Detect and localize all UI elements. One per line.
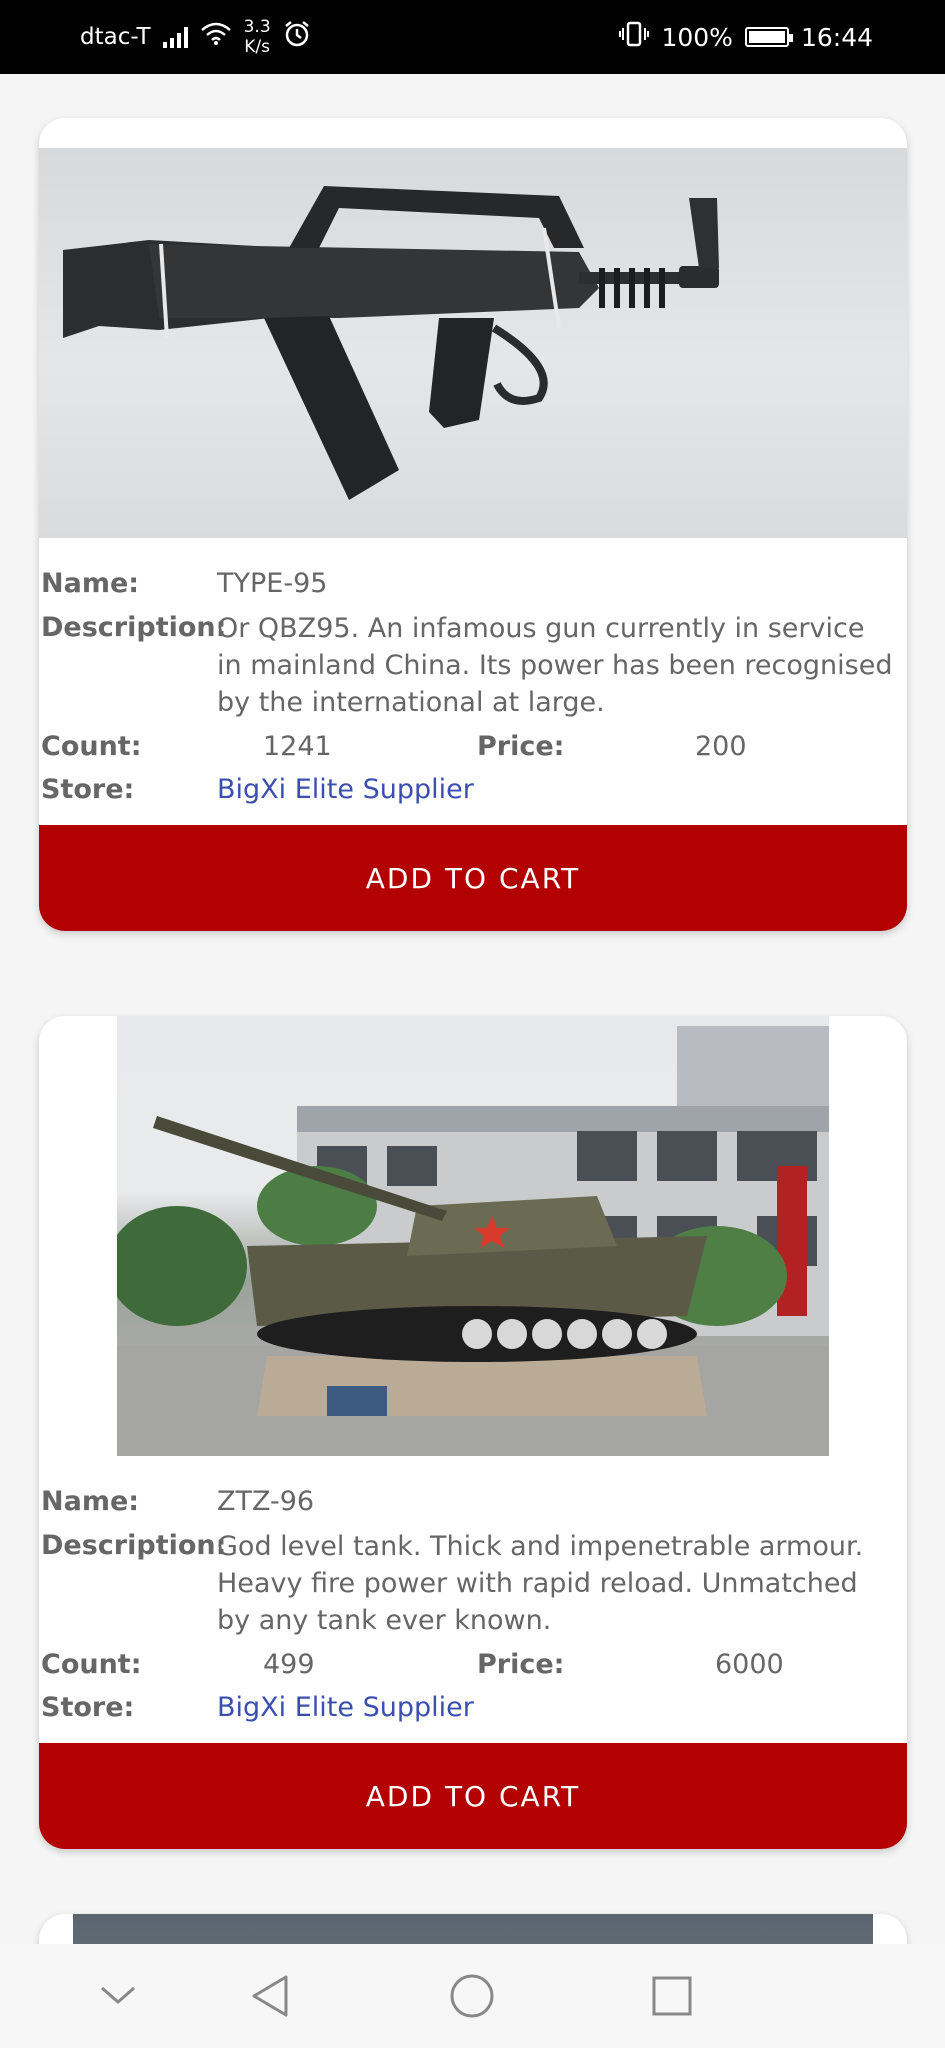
product-description: God level tank. Thick and impenetrable a… (217, 1531, 864, 1636)
product-image[interactable] (39, 148, 907, 538)
clock: 16:44 (800, 22, 873, 52)
count-price-row: Count: 1241 Price: 200 (41, 725, 907, 769)
store-label: Store: (41, 1692, 135, 1723)
recents-icon[interactable] (632, 1944, 712, 2048)
store-label: Store: (41, 774, 135, 805)
product-count: 1241 (263, 731, 332, 762)
count-price-row: Count: 499 Price: 6000 (41, 1643, 907, 1687)
wifi-icon (200, 22, 232, 52)
description-row: Description: God level tank. Thick and i… (41, 1528, 907, 1639)
net-speed-unit: K/s (244, 37, 270, 57)
status-bar: dtac-T 3.3 K/s 100% 16:44 (0, 0, 945, 74)
net-speed: 3.3 K/s (244, 17, 271, 57)
price-label: Price: (477, 1649, 565, 1680)
product-price: 200 (695, 731, 747, 762)
description-row: Description: Or QBZ95. An infamous gun c… (41, 610, 907, 721)
store-link[interactable]: BigXi Elite Supplier (217, 1687, 474, 1729)
tank-photo (117, 1016, 829, 1456)
price-label: Price: (477, 731, 565, 762)
store-row: Store: BigXi Elite Supplier (41, 1687, 907, 1729)
product-name: ZTZ-96 (217, 1486, 315, 1517)
add-to-cart-button[interactable]: ADD TO CART (39, 1743, 907, 1849)
description-label: Description: (41, 612, 227, 643)
description-label: Description: (41, 1530, 227, 1561)
name-label: Name: (41, 568, 140, 599)
navigation-bar (0, 1944, 945, 2048)
product-image[interactable] (39, 1016, 907, 1456)
carrier-label: dtac-T (80, 24, 151, 50)
store-row: Store: BigXi Elite Supplier (41, 769, 907, 811)
rifle-photo (39, 148, 907, 538)
add-to-cart-button[interactable]: ADD TO CART (39, 825, 907, 931)
product-name: TYPE-95 (217, 568, 328, 599)
count-label: Count: (41, 1649, 142, 1680)
battery-percent: 100% (661, 22, 733, 52)
alarm-icon (283, 20, 311, 54)
product-card: Name: TYPE-95 Description: Or QBZ95. An … (39, 118, 907, 931)
name-label: Name: (41, 1486, 140, 1517)
count-label: Count: (41, 731, 142, 762)
net-speed-value: 3.3 (243, 17, 271, 37)
store-link[interactable]: BigXi Elite Supplier (217, 769, 474, 811)
product-count: 499 (263, 1649, 315, 1680)
product-description: Or QBZ95. An infamous gun currently in s… (217, 613, 893, 718)
product-price: 6000 (715, 1649, 784, 1680)
home-icon[interactable] (432, 1944, 512, 2048)
collapse-icon[interactable] (78, 1944, 158, 2048)
vibrate-icon (619, 20, 650, 54)
signal-icon (162, 26, 188, 48)
product-card: Name: ZTZ-96 Description: God level tank… (39, 1016, 907, 1849)
battery-icon (744, 27, 793, 47)
name-row: Name: TYPE-95 (41, 566, 907, 602)
name-row: Name: ZTZ-96 (41, 1484, 907, 1520)
back-icon[interactable] (230, 1944, 310, 2048)
